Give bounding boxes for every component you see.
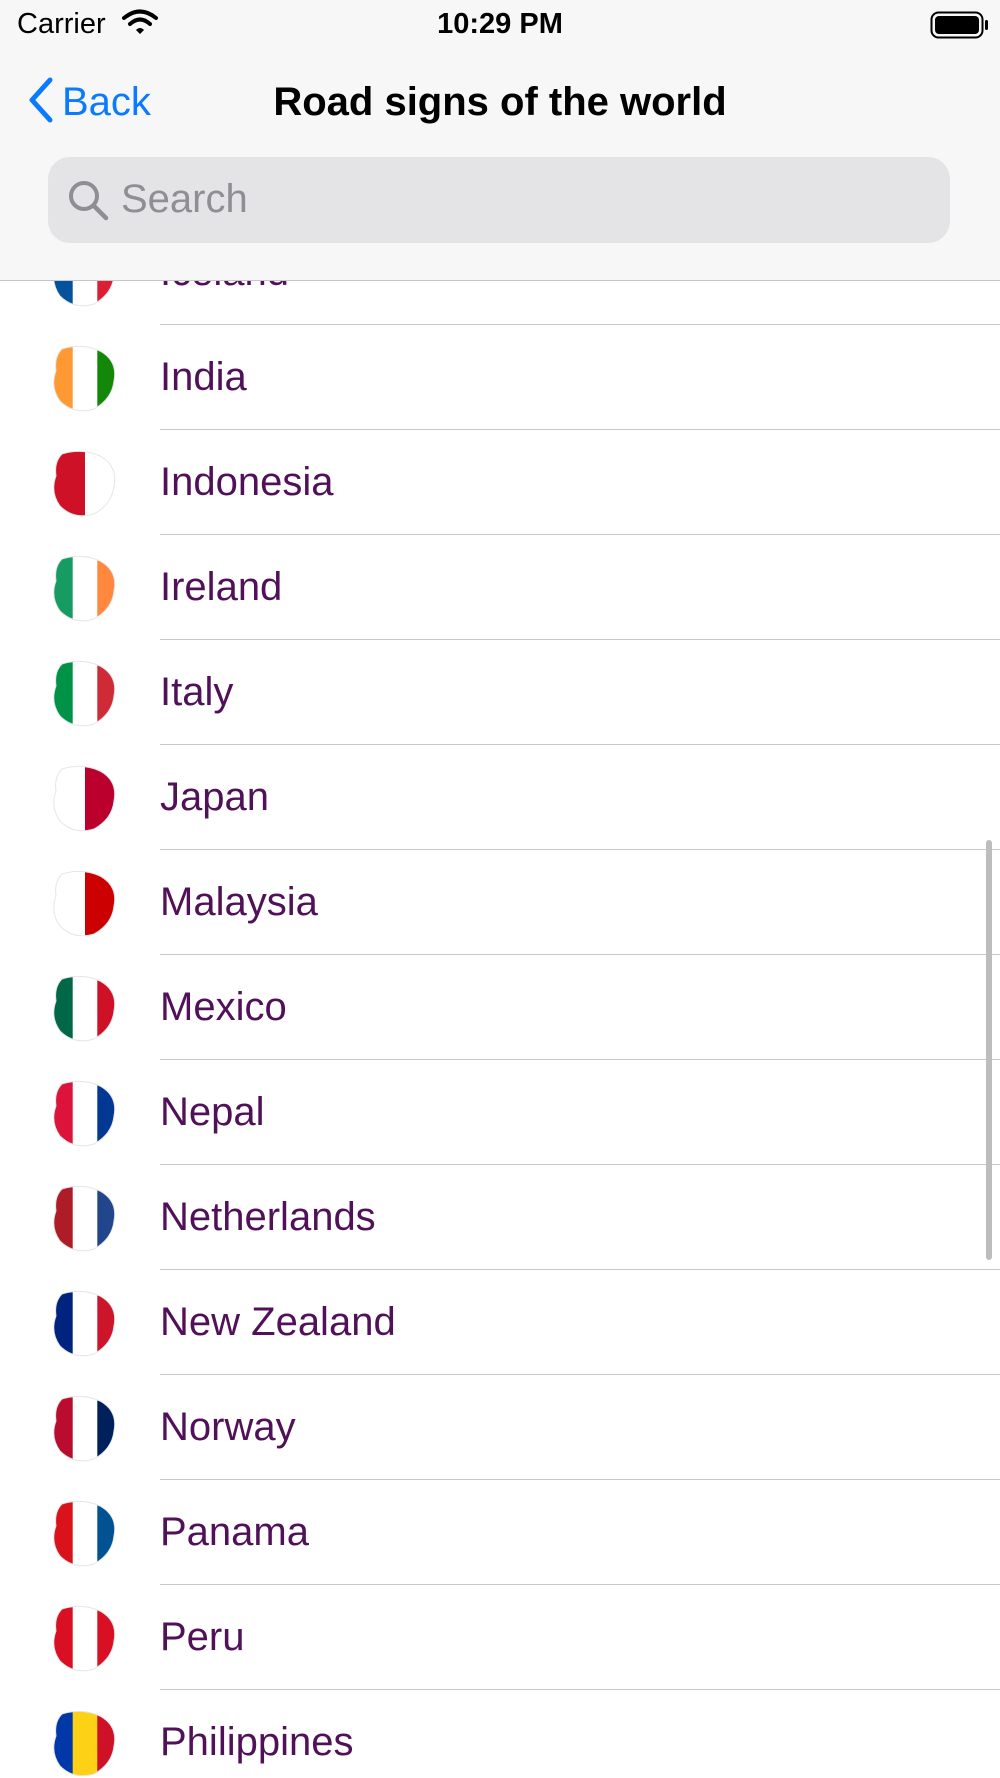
japan-flag-map-icon <box>48 761 122 835</box>
philippines-flag-map-icon <box>48 1706 122 1778</box>
list-item[interactable]: Japan <box>0 745 1000 850</box>
navigation-bar: Back Road signs of the world Search <box>0 50 1000 281</box>
list-item[interactable]: Peru <box>0 1585 1000 1690</box>
country-name: Malaysia <box>160 880 318 924</box>
country-name: Japan <box>160 775 269 819</box>
list-item[interactable]: Malaysia <box>0 850 1000 955</box>
netherlands-flag-map-icon <box>48 1181 122 1255</box>
list-item[interactable]: Indonesia <box>0 430 1000 535</box>
ireland-flag-map-icon <box>48 551 122 625</box>
peru-flag-map-icon <box>48 1601 122 1675</box>
india-flag-map-icon <box>48 341 122 415</box>
list-item[interactable]: Nepal <box>0 1060 1000 1165</box>
list-item[interactable]: New Zealand <box>0 1270 1000 1375</box>
country-name: Netherlands <box>160 1195 376 1239</box>
status-bar: Carrier 10:29 PM <box>0 0 1000 50</box>
indonesia-flag-map-icon <box>48 446 122 520</box>
country-name: Mexico <box>160 985 287 1029</box>
list-item[interactable]: Mexico <box>0 955 1000 1060</box>
list-item[interactable]: Ireland <box>0 535 1000 640</box>
italy-flag-map-icon <box>48 656 122 730</box>
country-name: India <box>160 355 247 399</box>
country-name: New Zealand <box>160 1300 396 1344</box>
nepal-flag-map-icon <box>48 1076 122 1150</box>
search-input[interactable]: Search <box>48 157 950 243</box>
list-item[interactable]: Philippines <box>0 1690 1000 1778</box>
status-time: 10:29 PM <box>437 8 563 40</box>
page-title: Road signs of the world <box>273 80 727 124</box>
mexico-flag-map-icon <box>48 971 122 1045</box>
country-name: Italy <box>160 670 234 714</box>
list-item[interactable]: Panama <box>0 1480 1000 1585</box>
country-name: Indonesia <box>160 460 334 504</box>
list-item[interactable]: Italy <box>0 640 1000 745</box>
country-name: Ireland <box>160 565 283 609</box>
search-icon <box>66 178 110 227</box>
scrollbar[interactable] <box>986 840 992 1260</box>
norway-flag-map-icon <box>48 1391 122 1465</box>
country-name: Philippines <box>160 1720 354 1764</box>
new-zealand-flag-map-icon <box>48 1286 122 1360</box>
malaysia-flag-map-icon <box>48 866 122 940</box>
country-name: Panama <box>160 1510 309 1554</box>
panama-flag-map-icon <box>48 1496 122 1570</box>
list-item[interactable]: India <box>0 325 1000 430</box>
search-placeholder: Search <box>121 177 248 221</box>
list-item[interactable]: Netherlands <box>0 1165 1000 1270</box>
country-name: Nepal <box>160 1090 265 1134</box>
battery-icon <box>930 11 990 44</box>
list-item[interactable]: Norway <box>0 1375 1000 1480</box>
country-name: Peru <box>160 1615 245 1659</box>
country-name: Norway <box>160 1405 296 1449</box>
